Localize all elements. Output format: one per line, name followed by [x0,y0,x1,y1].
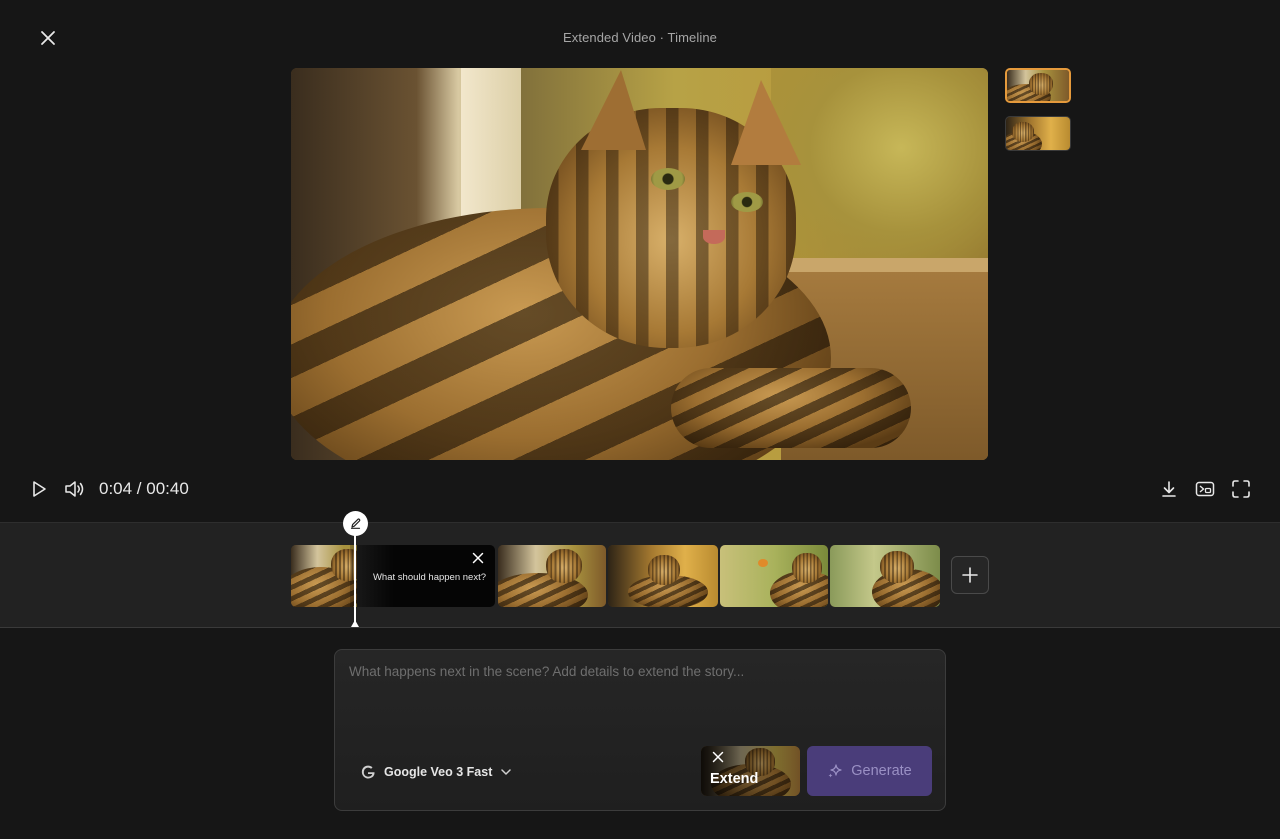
timeline-clip-1[interactable] [291,545,357,607]
generate-button[interactable]: Generate [807,746,932,796]
video-preview[interactable] [291,68,988,460]
close-icon [472,552,484,564]
volume-icon [65,481,84,497]
remove-extend-button[interactable] [711,750,725,764]
volume-button[interactable] [63,478,85,500]
pencil-icon [350,518,361,529]
sparkle-icon [828,764,842,778]
segment-prompt-text: What should happen next? [372,572,486,583]
time-readout: 0:04 / 00:40 [99,479,189,498]
timeline-clip-5[interactable] [830,545,940,607]
picture-in-picture-button[interactable] [1194,478,1216,500]
model-label: Google Veo 3 Fast [384,765,493,779]
picture-in-picture-icon [1195,481,1215,497]
plus-icon [962,567,978,583]
playhead-handle[interactable] [343,511,368,536]
remove-segment-button[interactable] [471,551,485,565]
timeline-clip-3[interactable] [608,545,718,607]
model-selector[interactable]: Google Veo 3 Fast [359,762,513,782]
extend-label: Extend [710,771,759,787]
google-icon [361,765,375,779]
play-button[interactable] [28,478,50,500]
playhead-tip [351,620,359,627]
version-thumbnail-1[interactable] [1005,68,1071,103]
fullscreen-button[interactable] [1230,478,1252,500]
add-clip-button[interactable] [951,556,989,594]
timeline-clip-4[interactable] [720,545,828,607]
extend-reference-chip[interactable]: Extend [701,746,800,796]
new-segment-placeholder[interactable]: What should happen next? [350,545,495,607]
fullscreen-icon [1232,480,1250,498]
download-icon [1162,481,1176,497]
prompt-panel: Google Veo 3 Fast Extend Generate [334,649,946,811]
close-icon [712,751,724,763]
play-icon [33,481,46,497]
generate-label: Generate [851,763,912,779]
download-button[interactable] [1158,478,1180,500]
version-thumbnail-2[interactable] [1005,116,1071,151]
prompt-input[interactable] [349,664,929,734]
timeline-track[interactable]: What should happen next? [0,522,1280,628]
timeline-clip-2[interactable] [498,545,606,607]
page-title: Extended Video · Timeline [562,30,718,45]
chevron-down-icon [501,769,512,775]
playhead-line [354,522,356,625]
